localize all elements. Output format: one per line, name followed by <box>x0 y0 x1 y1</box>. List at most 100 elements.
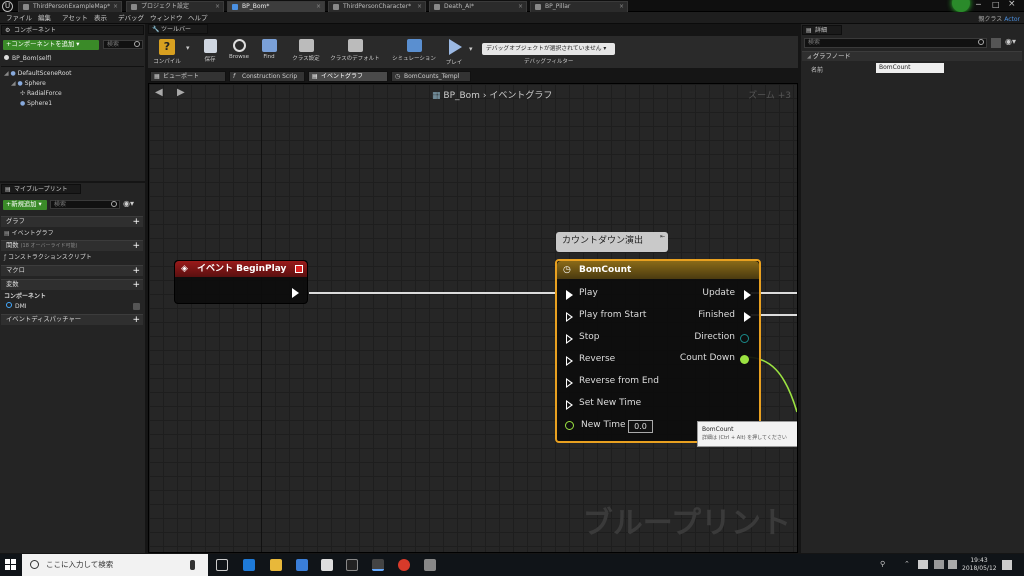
volume-icon[interactable] <box>948 560 957 569</box>
maximize-icon[interactable]: □ <box>992 0 1000 9</box>
details-search-input[interactable]: 検索 <box>804 38 987 48</box>
task-view-icon[interactable] <box>216 559 228 571</box>
edge-icon[interactable] <box>243 559 255 571</box>
finished-output-pin-icon[interactable] <box>744 312 751 322</box>
people-icon[interactable]: ⚲ <box>880 560 885 568</box>
tab-thirdpersonexamplemap[interactable]: ThirdPersonExampleMap* × <box>18 1 122 12</box>
new-time-input[interactable]: 0.0 <box>628 420 653 433</box>
item-event-graph[interactable]: ▤ イベントグラフ <box>4 229 54 238</box>
close-icon[interactable]: × <box>113 2 118 12</box>
section-graphs[interactable]: グラフ + <box>1 216 143 227</box>
network-icon[interactable] <box>934 560 944 569</box>
menu-edit[interactable]: 編集 <box>38 13 51 23</box>
windows-start-icon[interactable] <box>5 559 16 570</box>
find-button[interactable]: Find <box>254 38 284 68</box>
breadcrumb-leaf[interactable]: イベントグラフ <box>489 91 552 101</box>
tab-bomcounts-template[interactable]: ◷ BomCounts_Templ <box>391 71 471 82</box>
notification-indicator-icon[interactable] <box>952 0 970 12</box>
play-from-start-pin-icon[interactable] <box>566 312 573 322</box>
menu-file[interactable]: ファイル <box>6 13 32 23</box>
tab-bp-pillar[interactable]: BP_Pillar × <box>530 1 628 12</box>
file-explorer-icon[interactable] <box>270 559 282 571</box>
menu-debug[interactable]: デバッグ <box>118 13 144 23</box>
component-search-input[interactable]: 検索 <box>103 40 143 49</box>
add-new-button[interactable]: +新規追加 ▾ <box>3 200 47 210</box>
tab-bp-bom[interactable]: BP_Bom* × <box>227 1 325 12</box>
event-graph-canvas[interactable]: ◀ ▶ ▦ BP_Bom › イベントグラフ ズーム +3 ブループリント カウ… <box>148 83 798 553</box>
tab-construction-script[interactable]: f Construction Scrip <box>229 71 305 82</box>
class-settings-button[interactable]: クラス設定 <box>286 38 326 68</box>
section-functions[interactable]: 関数 (18 オーバーライド可能) + <box>1 240 143 251</box>
tree-item-radialforce[interactable]: ✣ RadialForce <box>20 89 62 98</box>
visibility-toggle-icon[interactable] <box>133 303 140 310</box>
mail-icon[interactable] <box>321 559 333 571</box>
add-icon[interactable]: + <box>132 266 140 276</box>
play-button[interactable]: プレイ <box>440 38 468 68</box>
tab-viewport[interactable]: ▦ ビューポート <box>150 71 226 82</box>
menu-asset[interactable]: アセット <box>62 13 88 23</box>
compile-options-chevron-icon[interactable]: ▾ <box>186 44 190 52</box>
item-components[interactable]: コンポーネント <box>4 292 46 301</box>
tab-thirdpersoncharacter[interactable]: ThirdPersonCharacter* × <box>328 1 426 12</box>
eye-icon[interactable]: ◉▾ <box>123 199 134 208</box>
epic-launcher-icon[interactable] <box>346 559 358 571</box>
tab-death-ai[interactable]: Death_AI* × <box>429 1 527 12</box>
tab-project-settings[interactable]: プロジェクト設定 × <box>126 1 224 12</box>
blueprint-search-input[interactable]: 検索 <box>50 200 120 209</box>
add-icon[interactable]: + <box>132 241 140 251</box>
set-new-time-pin-icon[interactable] <box>566 400 573 410</box>
class-defaults-button[interactable]: クラスのデフォルト <box>326 38 384 68</box>
play-input-pin-icon[interactable] <box>566 290 573 300</box>
browse-button[interactable]: Browse <box>224 38 254 68</box>
name-field[interactable]: BomCount <box>876 63 944 73</box>
play-options-chevron-icon[interactable]: ▾ <box>469 45 473 53</box>
debug-object-dropdown[interactable]: デバッグオブジェクトが選択されていません ▾ <box>482 43 615 55</box>
notification-center-icon[interactable] <box>1002 560 1012 570</box>
count-down-output-pin-icon[interactable] <box>740 355 749 364</box>
section-event-dispatchers[interactable]: イベントディスパッチャー + <box>1 314 143 325</box>
forward-arrow-icon[interactable]: ▶ <box>177 87 185 98</box>
self-item[interactable]: BP_Bom(self) <box>4 54 52 63</box>
close-icon[interactable]: × <box>619 2 624 12</box>
item-dmi[interactable]: DMI <box>6 302 142 311</box>
unreal-editor-icon[interactable] <box>372 559 384 571</box>
reverse-from-end-pin-icon[interactable] <box>566 378 573 388</box>
close-icon[interactable]: × <box>417 2 422 12</box>
update-output-pin-icon[interactable] <box>744 290 751 300</box>
item-construction-script[interactable]: ƒ コンストラクションスクリプト <box>4 253 92 262</box>
reverse-pin-icon[interactable] <box>566 356 573 366</box>
unreal-logo-icon[interactable]: U <box>2 1 13 12</box>
menu-window[interactable]: ウィンドウ <box>150 13 183 23</box>
tree-item-defaultsceneroot[interactable]: ◢ ● DefaultSceneRoot <box>4 69 72 78</box>
tab-event-graph[interactable]: ▤ イベントグラフ <box>308 71 388 82</box>
breadcrumb-root[interactable]: BP_Bom <box>443 91 480 101</box>
stop-pin-icon[interactable] <box>566 334 573 344</box>
eye-icon[interactable]: ◉▾ <box>1005 37 1016 46</box>
battery-icon[interactable] <box>918 560 928 569</box>
add-icon[interactable]: + <box>132 217 140 227</box>
direction-output-pin-icon[interactable] <box>740 334 749 343</box>
section-variables[interactable]: 変数 + <box>1 279 143 290</box>
grid-view-icon[interactable] <box>991 38 1001 48</box>
tree-item-sphere[interactable]: ◢ ● Sphere <box>11 79 46 88</box>
tray-chevron-icon[interactable]: ⌃ <box>904 560 910 568</box>
chrome-icon[interactable] <box>398 559 410 571</box>
app-icon[interactable] <box>424 559 436 571</box>
compile-button[interactable]: ? コンパイル <box>150 38 184 68</box>
parent-class-link[interactable]: Actor <box>1004 16 1020 23</box>
simulation-button[interactable]: シミュレーション <box>388 38 440 68</box>
exec-output-pin-icon[interactable] <box>292 288 299 298</box>
save-button[interactable]: 保存 <box>196 38 224 68</box>
close-icon[interactable]: × <box>215 2 220 12</box>
menu-view[interactable]: 表示 <box>94 13 107 23</box>
section-graph-node[interactable]: ◢ グラフノード <box>802 51 1022 61</box>
section-macros[interactable]: マクロ + <box>1 265 143 276</box>
back-arrow-icon[interactable]: ◀ <box>155 87 163 98</box>
microphone-icon[interactable] <box>190 560 195 570</box>
close-icon[interactable]: × <box>316 2 321 12</box>
delegate-pin-icon[interactable] <box>295 265 303 273</box>
timeline-node-bomcount[interactable]: ◷ BomCount Play Play from Start Stop Rev… <box>555 259 761 443</box>
close-icon[interactable]: × <box>518 2 523 12</box>
clock-display[interactable]: 19:43 2018/05/12 <box>962 557 997 573</box>
event-beginplay-node[interactable]: ◈ イベント BeginPlay <box>174 260 308 304</box>
